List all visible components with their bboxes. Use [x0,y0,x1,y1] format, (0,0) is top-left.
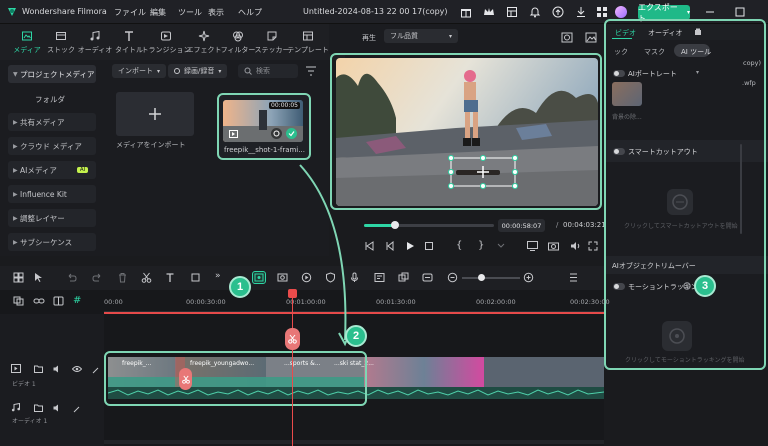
drag-arrow [299,164,351,347]
callout-badge-3: 3 [694,275,716,297]
callout-badge-1: 1 [229,276,251,298]
callout-badge-2: 2 [345,325,367,347]
